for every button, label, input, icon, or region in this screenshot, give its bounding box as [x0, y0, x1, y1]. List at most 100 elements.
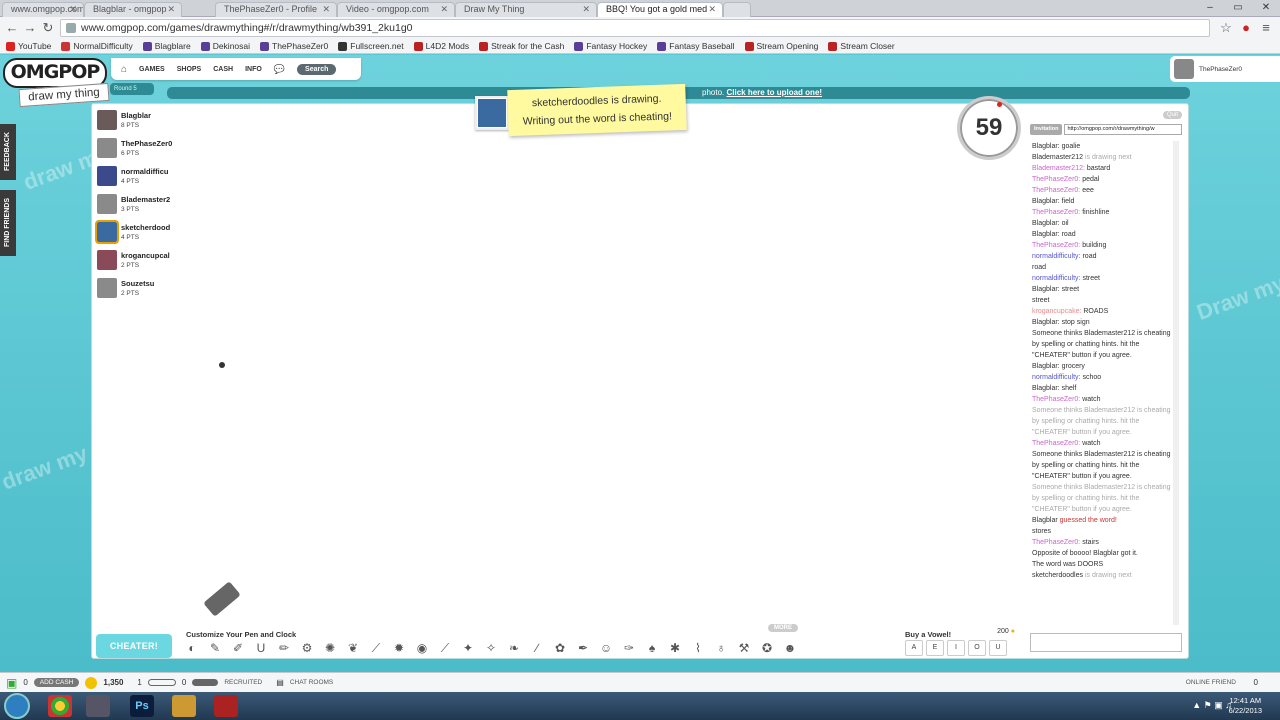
close-tab-icon[interactable]: ✕	[582, 3, 590, 16]
close-tab-icon[interactable]: ✕	[708, 3, 716, 16]
globe-pen-icon[interactable]: ◐	[184, 640, 200, 656]
squirrel-pen-icon[interactable]: ❧	[506, 640, 522, 656]
player-item[interactable]: normaldifficu 4 PTS	[96, 164, 176, 190]
search-button[interactable]: Search	[297, 63, 337, 75]
vowel-e-button[interactable]: E	[926, 640, 944, 656]
photoshop-taskbar-icon[interactable]: Ps	[130, 695, 154, 717]
vowel-i-button[interactable]: I	[947, 640, 965, 656]
find-friends-tab[interactable]: FIND FRIENDS	[0, 190, 16, 256]
browser-tab-active[interactable]: BBQ! You got a gold med ✕	[597, 2, 723, 17]
bookmark-item[interactable]: Stream Opening	[744, 39, 818, 53]
browser-tab[interactable]: Blagblar - omgpop ✕	[84, 2, 182, 17]
browser-tab[interactable]: Video - omgpop.com ✕	[337, 2, 455, 17]
bug-pen-icon[interactable]: ✱	[667, 640, 683, 656]
browser-tab[interactable]: www.omgpop.com/games✕	[2, 2, 84, 17]
player-item[interactable]: krogancupcal 2 PTS	[96, 248, 176, 274]
sword-pen-icon[interactable]: ⟋	[437, 640, 453, 656]
bookmark-item[interactable]: Streak for the Cash	[479, 39, 564, 53]
bookmark-item[interactable]: Blagblare	[142, 39, 191, 53]
chat-bubble-icon[interactable]: 💬	[274, 64, 285, 75]
user-profile-chip[interactable]: ThePhaseZer0	[1170, 56, 1280, 82]
close-tab-icon[interactable]: ✕	[322, 3, 330, 16]
recruited-label[interactable]: RECRUITED	[224, 679, 262, 686]
saw-pen-icon[interactable]: ✹	[391, 640, 407, 656]
game-taskbar-icon[interactable]	[86, 695, 110, 717]
laser-pen-icon[interactable]: ∕	[529, 640, 545, 656]
clock-pen-icon[interactable]: ✪	[759, 640, 775, 656]
pencil-pen-icon[interactable]: ✎	[207, 640, 223, 656]
pipe-pen-icon[interactable]: ⌇	[690, 640, 706, 656]
nav-games[interactable]: GAMES	[139, 66, 165, 73]
system-clock[interactable]: 12:41 AM 6/22/2013	[1229, 696, 1262, 716]
bookmark-item[interactable]: Dekinosai	[200, 39, 250, 53]
disc-pen-icon[interactable]: ◉	[414, 640, 430, 656]
bookmark-item[interactable]: L4D2 Mods	[413, 39, 469, 53]
close-tab-icon[interactable]: ✕	[440, 3, 448, 16]
forward-icon[interactable]: →	[22, 20, 38, 36]
fountain-pen-icon[interactable]: ✑	[621, 640, 637, 656]
flower-pen-icon[interactable]: ✿	[552, 640, 568, 656]
nav-cash[interactable]: CASH	[213, 66, 233, 73]
back-icon[interactable]: ←	[4, 20, 20, 36]
sparkle-pen-icon[interactable]: ✦	[460, 640, 476, 656]
start-button[interactable]	[4, 693, 30, 719]
upload-photo-link[interactable]: Click here to upload one!	[726, 88, 822, 97]
bulb-pen-icon[interactable]: ✧	[483, 640, 499, 656]
nav-info[interactable]: INFO	[245, 66, 262, 73]
close-tab-icon[interactable]: ✕	[69, 3, 77, 16]
nav-shops[interactable]: SHOPS	[177, 66, 202, 73]
online-friends-link[interactable]: ONLINE FRIEND	[1186, 679, 1236, 686]
app-taskbar-icon[interactable]	[172, 695, 196, 717]
wand-pen-icon[interactable]: ⟋	[368, 640, 384, 656]
player-item[interactable]: Blagblar 8 PTS	[96, 108, 176, 134]
ghost-pen-icon[interactable]: ☺	[598, 640, 614, 656]
home-icon[interactable]: ⌂	[121, 64, 127, 75]
chat-rooms-link[interactable]: CHAT ROOMS	[290, 679, 333, 686]
system-tray-icons[interactable]: ▲ ⚑ ▣ ♫	[1192, 700, 1232, 711]
close-window-icon[interactable]: ✕	[1252, 0, 1280, 16]
plant-pen-icon[interactable]: ❦	[345, 640, 361, 656]
player-item[interactable]: sketcherdood 4 PTS	[95, 220, 176, 246]
vowel-a-button[interactable]: A	[905, 640, 923, 656]
url-input[interactable]: www.omgpop.com/games/drawmything#/r/draw…	[60, 19, 1210, 37]
bookmark-item[interactable]: Fullscreen.net	[338, 39, 404, 53]
rocket-pen-icon[interactable]: ♠	[644, 640, 660, 656]
feedback-tab[interactable]: FEEDBACK	[0, 124, 16, 180]
cog-pen-icon[interactable]: ✺	[322, 640, 338, 656]
reload-icon[interactable]: ↻	[40, 20, 56, 36]
add-cash-button[interactable]: ADD CASH	[33, 678, 80, 687]
bookmark-item[interactable]: Fantasy Baseball	[657, 39, 735, 53]
browser-tab[interactable]: Draw My Thing ✕	[455, 2, 597, 17]
close-tab-icon[interactable]: ✕	[167, 3, 175, 16]
chrome-taskbar-icon[interactable]	[48, 695, 72, 717]
menu-icon[interactable]: ≡	[1258, 20, 1274, 36]
player-item[interactable]: Souzetsu 2 PTS	[96, 276, 176, 302]
maximize-icon[interactable]: ▭	[1224, 0, 1252, 16]
bookmark-item[interactable]: NormalDifficulty	[61, 39, 133, 53]
gear-pen-icon[interactable]: ⚙	[299, 640, 315, 656]
crayon-pen-icon[interactable]: ✏	[276, 640, 292, 656]
vowel-u-button[interactable]: U	[989, 640, 1007, 656]
brush-pen-icon[interactable]: ✐	[230, 640, 246, 656]
feather-pen-icon[interactable]: ✒	[575, 640, 591, 656]
more-pens-button[interactable]: MORE	[768, 624, 798, 632]
player-item[interactable]: Blademaster2 3 PTS	[96, 192, 176, 218]
bookmark-item[interactable]: Stream Closer	[828, 39, 895, 53]
vowel-o-button[interactable]: O	[968, 640, 986, 656]
browser-tab[interactable]: ThePhaseZer0 - Profile ✕	[215, 2, 337, 17]
magnet-pen-icon[interactable]: U	[253, 640, 269, 656]
bookmark-star-icon[interactable]: ☆	[1218, 20, 1234, 36]
invitation-url-field[interactable]: http://omgpop.com/r/drawmything/w	[1064, 124, 1182, 135]
minimize-icon[interactable]: –	[1196, 0, 1224, 16]
bookmark-item[interactable]: Fantasy Hockey	[574, 39, 647, 53]
player-item[interactable]: ThePhaseZer0 6 PTS	[96, 136, 176, 162]
extension-icon[interactable]: ●	[1238, 20, 1254, 36]
media-taskbar-icon[interactable]	[214, 695, 238, 717]
bookmark-item[interactable]: ThePhaseZer0	[260, 39, 328, 53]
quit-button[interactable]: Quit	[1162, 111, 1182, 119]
drawing-canvas[interactable]	[180, 104, 1014, 616]
chat-input[interactable]	[1030, 633, 1182, 652]
new-tab-button[interactable]	[723, 2, 751, 17]
chat-scrollbar[interactable]	[1173, 141, 1179, 625]
potion-pen-icon[interactable]: ♁	[713, 640, 729, 656]
